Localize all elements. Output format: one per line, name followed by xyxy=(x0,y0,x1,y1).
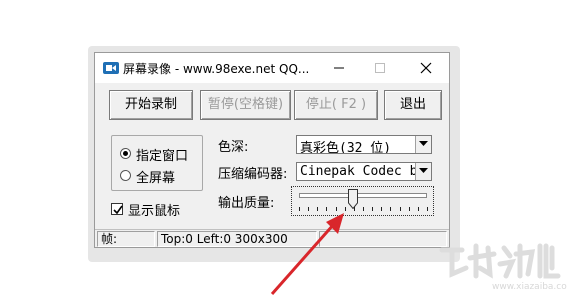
radio-label: 全屏幕 xyxy=(136,171,176,186)
minimize-icon[interactable] xyxy=(330,60,348,76)
chevron-down-icon[interactable] xyxy=(415,136,431,153)
maximize-icon[interactable] xyxy=(371,60,389,76)
chevron-down-icon[interactable] xyxy=(415,163,431,180)
video-camera-icon xyxy=(103,62,119,74)
color-depth-label: 色深: xyxy=(218,140,249,155)
quality-label: 输出质量: xyxy=(218,196,275,211)
exit-button[interactable]: 退出 xyxy=(384,90,442,120)
slider-track xyxy=(299,193,427,198)
slider-tick xyxy=(390,207,391,211)
slider-tick xyxy=(372,207,373,211)
slider-tick xyxy=(418,207,419,211)
codec-select[interactable]: Cinepak Codec by xyxy=(296,162,432,181)
color-depth-select[interactable]: 真彩色(32 位) xyxy=(296,135,432,154)
checkmark-icon xyxy=(113,205,123,215)
slider-thumb[interactable] xyxy=(347,189,358,209)
pause-button[interactable]: 暂停(空格键) xyxy=(200,90,291,120)
red-arrow-annotation xyxy=(270,213,344,295)
start-recording-button[interactable]: 开始录制 xyxy=(109,90,193,120)
stop-button[interactable]: 停止( F2 ) xyxy=(294,90,378,120)
status-frames: 帧: xyxy=(97,231,155,247)
show-cursor-checkbox[interactable] xyxy=(111,203,123,215)
slider-tick xyxy=(409,207,410,211)
close-icon[interactable] xyxy=(417,60,435,76)
radio-button-selected[interactable] xyxy=(120,148,131,159)
watermark-url: www.xiazaiba.com xyxy=(492,282,567,292)
slider-tick xyxy=(427,207,428,211)
slider-tick xyxy=(354,207,355,211)
window-title: 屏幕录像 - www.98exe.net QQ... xyxy=(123,62,310,76)
show-cursor-label: 显示鼠标 xyxy=(128,204,181,219)
slider-tick xyxy=(381,207,382,211)
radio-button[interactable] xyxy=(120,170,131,181)
slider-tick xyxy=(400,207,401,211)
title-bar[interactable]: 屏幕录像 - www.98exe.net QQ... xyxy=(95,53,449,83)
codec-label: 压缩编码器: xyxy=(218,167,288,182)
color-depth-value: 真彩色(32 位) xyxy=(300,141,392,154)
radio-label: 指定窗口 xyxy=(136,149,189,164)
codec-value: Cinepak Codec by xyxy=(300,164,426,179)
slider-tick xyxy=(363,207,364,211)
capture-mode-group: 指定窗口 全屏幕 xyxy=(111,135,203,191)
